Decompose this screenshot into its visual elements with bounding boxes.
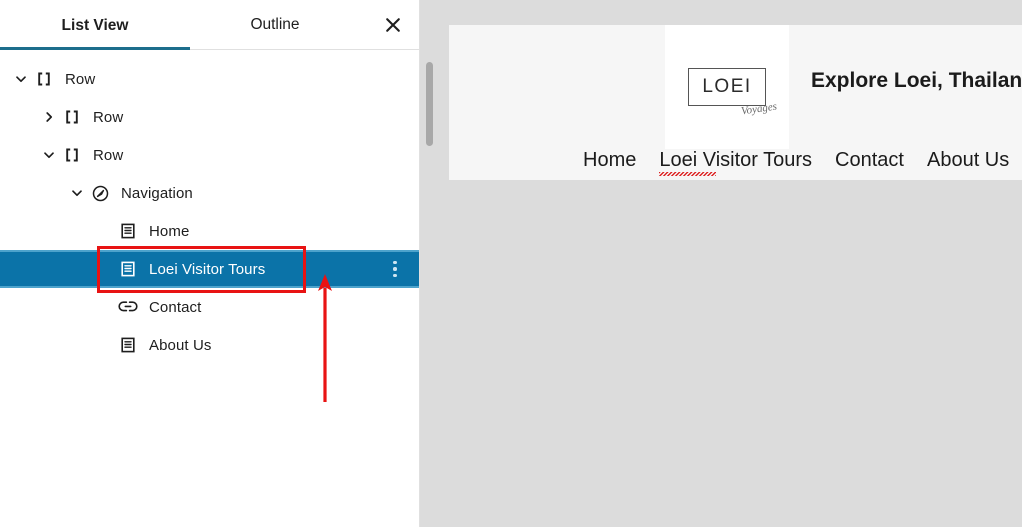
tree-item-row-1[interactable]: Row: [0, 60, 419, 98]
vertical-scrollbar[interactable]: [421, 0, 438, 527]
tree-item-home[interactable]: Home: [0, 212, 419, 250]
scrollbar-thumb[interactable]: [426, 62, 433, 146]
site-header: LOEI Voyages Explore Loei, Thailand Home…: [449, 25, 1022, 180]
tree-item-contact[interactable]: Contact: [0, 288, 419, 326]
nav-link-about-us[interactable]: About Us: [927, 149, 1009, 172]
tree-item-row-2[interactable]: Row: [0, 98, 419, 136]
chevron-down-icon[interactable]: [38, 144, 60, 166]
tab-outline[interactable]: Outline: [190, 0, 360, 49]
chevron-down-icon[interactable]: [66, 182, 88, 204]
list-view-panel: List View Outline Row Row Row Navigation…: [0, 0, 420, 527]
tree-item-row-3[interactable]: Row: [0, 136, 419, 174]
row-icon: [60, 143, 84, 167]
tree-item-label: Loei Visitor Tours: [149, 260, 266, 278]
page-icon: [116, 333, 140, 357]
close-icon[interactable]: [377, 9, 409, 41]
logo-mark: LOEI Voyages: [688, 68, 778, 117]
tree-item-label: Row: [65, 70, 96, 88]
chevron-right-icon[interactable]: [38, 106, 60, 128]
tree-item-label: Row: [93, 146, 124, 164]
tree-item-label: Navigation: [121, 184, 193, 202]
tree-item-label: Contact: [149, 298, 202, 316]
tab-list-view[interactable]: List View: [0, 1, 190, 50]
chevron-down-icon[interactable]: [10, 68, 32, 90]
page-icon: [116, 257, 140, 281]
link-icon: [116, 295, 140, 319]
nav-link-contact[interactable]: Contact: [835, 149, 904, 172]
nav-link-loei-visitor-tours[interactable]: Loei Visitor Tours: [659, 149, 812, 176]
site-logo: LOEI Voyages: [665, 25, 789, 149]
logo-script-text: Voyages: [740, 100, 778, 118]
row-options-menu-icon[interactable]: [385, 257, 405, 281]
navigation-icon: [88, 181, 112, 205]
tree-item-label: About Us: [149, 336, 212, 354]
tab-outline-label: Outline: [250, 16, 300, 33]
site-preview-canvas: LOEI Voyages Explore Loei, Thailand Home…: [449, 25, 1022, 180]
page-icon: [116, 219, 140, 243]
site-nav-menu: Home Loei Visitor Tours Contact About Us: [449, 149, 1022, 176]
nav-link-home[interactable]: Home: [583, 149, 636, 172]
tree-item-label: Home: [149, 222, 190, 240]
tab-list-view-label: List View: [61, 16, 129, 34]
block-list-tree: Row Row Row Navigation Home Loei Visitor…: [0, 50, 419, 364]
panel-tab-bar: List View Outline: [0, 0, 419, 50]
tree-item-navigation[interactable]: Navigation: [0, 174, 419, 212]
tree-item-about-us[interactable]: About Us: [0, 326, 419, 364]
tree-item-label: Row: [93, 108, 124, 126]
tree-item-loei-visitor-tours[interactable]: Loei Visitor Tours: [0, 250, 419, 288]
logo-text: LOEI: [702, 76, 752, 97]
row-icon: [32, 67, 56, 91]
site-tagline: Explore Loei, Thailand: [811, 69, 1022, 92]
row-icon: [60, 105, 84, 129]
